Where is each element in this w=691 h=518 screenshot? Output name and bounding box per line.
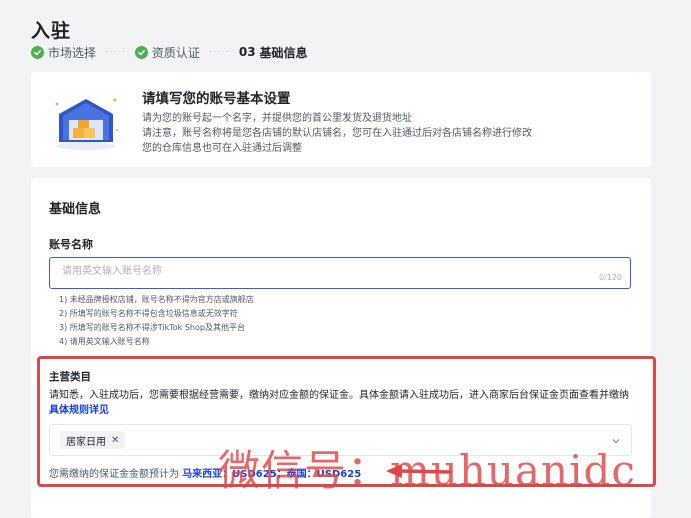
chevron-down-icon[interactable]	[611, 436, 621, 446]
page-title: 入驻	[31, 20, 72, 42]
account-name-input[interactable]	[60, 265, 534, 278]
deposit-prefix: 您需缴纳的保证金金额预计为	[49, 469, 179, 480]
intro-line: 请注意，账号名称将是您各店铺的默认店铺名，您可在入驻通过后对各店铺名称进行修改	[142, 128, 532, 139]
name-rule: 3) 所填写的账号名称不得涉TikTok Shop及其他平台	[59, 323, 245, 332]
deposit-notice-text: 请知悉，入驻成功后，您需要根据经营需要，缴纳对应金额的保证金。具体金额请入驻成功…	[49, 390, 629, 401]
deposit-notice: 请知悉，入驻成功后，您需要根据经营需要，缴纳对应金额的保证金。具体金额请入驻成功…	[49, 388, 634, 418]
step-label: 基础信息	[259, 45, 308, 60]
step-qualification: 资质认证	[134, 44, 200, 61]
main-category-label: 主营类目	[49, 371, 91, 383]
section-title: 基础信息	[49, 202, 102, 217]
account-name-label: 账号名称	[49, 238, 93, 251]
close-icon[interactable]: ✕	[111, 435, 119, 446]
main-category-select[interactable]: 居家日用 ✕	[49, 424, 632, 456]
account-name-field[interactable]: 0/120	[49, 257, 631, 289]
check-circle-icon	[31, 45, 44, 59]
char-counter: 0/120	[598, 273, 622, 282]
name-rule: 2) 所填写的账号名称不得包含垃圾信息或无效字符	[59, 309, 238, 318]
name-rule: 1) 未经品牌授权店铺，账号名称不得为官方店或旗舰店	[59, 295, 254, 304]
progress-steps: 市场选择 ····· 资质认证 ····· 03 基础信息	[31, 44, 308, 60]
deposit-amount: 马来西亚：USD625；泰国：USD625	[182, 469, 362, 480]
step-basic-info: 03 基础信息	[239, 44, 308, 61]
intro-line: 请为您的账号起一个名字，并提供您的首公里发货及退货地址	[142, 113, 412, 124]
intro-title: 请填写您的账号基本设置	[142, 91, 291, 107]
step-market: 市场选择	[31, 44, 96, 61]
intro-card: 请填写您的账号基本设置 请为您的账号起一个名字，并提供您的首公里发货及退货地址 …	[31, 72, 651, 167]
step-divider: ·····	[105, 46, 126, 58]
check-circle-icon	[134, 45, 148, 59]
deposit-estimate: 您需缴纳的保证金金额预计为 马来西亚：USD625；泰国：USD625	[49, 465, 361, 480]
step-label: 市场选择	[48, 45, 97, 60]
category-tag: 居家日用 ✕	[60, 431, 126, 449]
step-number: 03	[238, 45, 256, 59]
intro-line: 您的仓库信息也可在入驻通过后调整	[142, 143, 302, 154]
step-label: 资质认证	[151, 45, 200, 60]
category-tag-label: 居家日用	[66, 436, 106, 448]
name-rule: 4) 请用英文输入账号名称	[59, 337, 150, 346]
arrow-left-icon	[386, 464, 452, 478]
rules-link[interactable]: 具体规则详见	[49, 405, 109, 416]
step-divider: ·····	[208, 46, 230, 58]
warehouse-illustration-icon	[55, 98, 118, 150]
